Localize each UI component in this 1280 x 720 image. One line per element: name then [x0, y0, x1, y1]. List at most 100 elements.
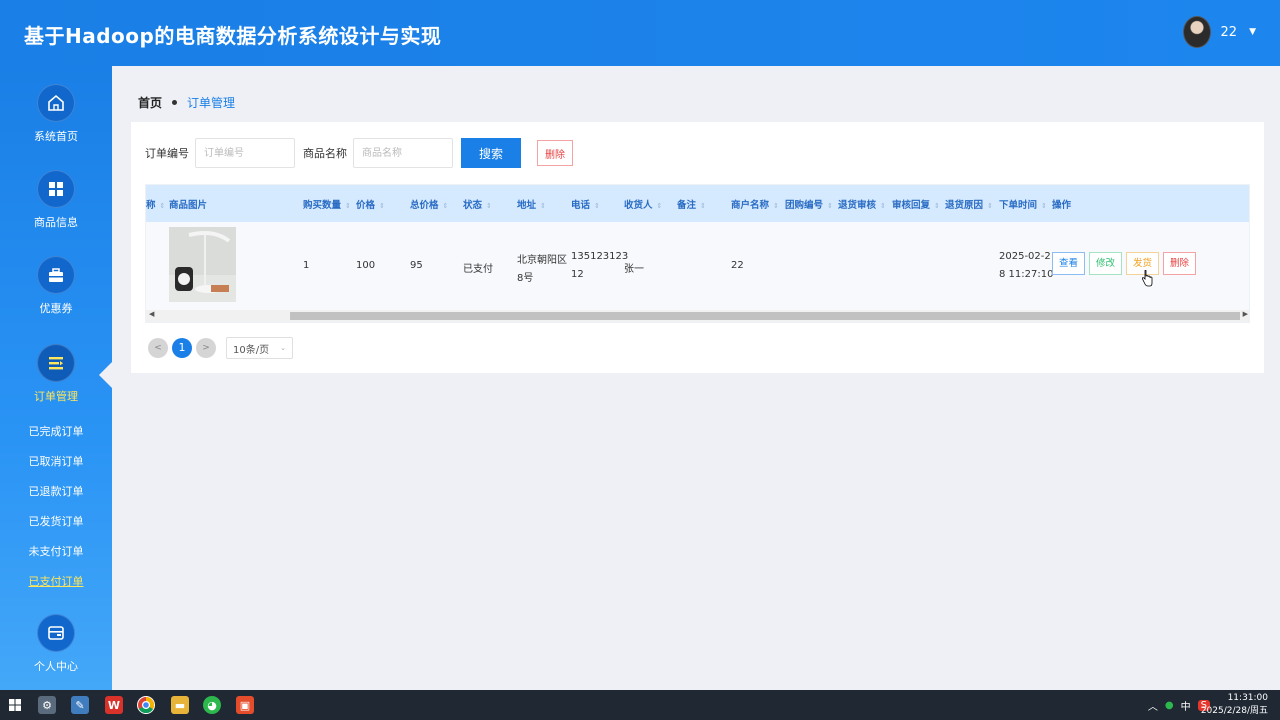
column-header[interactable]: 退货审核 ⇕	[838, 197, 886, 211]
page-size-select[interactable]: 10条/页 ⌄	[226, 337, 293, 359]
folder-icon[interactable]: ▬	[171, 696, 189, 714]
column-header[interactable]: 地址 ⇕	[517, 197, 546, 211]
order-no-input[interactable]	[195, 138, 295, 168]
edit-button[interactable]: 修改	[1089, 252, 1123, 275]
column-header[interactable]: 下单时间 ⇕	[999, 197, 1047, 211]
sidebar-item-home[interactable]: 系统首页	[0, 84, 112, 144]
app-title: 基于Hadoop的电商数据分析系统设计与实现	[24, 24, 442, 48]
horizontal-scrollbar[interactable]: ◀ ▶	[146, 310, 1249, 322]
home-icon	[37, 84, 75, 122]
avatar[interactable]	[1182, 16, 1211, 48]
sidebar-subitem-shipped[interactable]: 已发货订单	[0, 513, 112, 529]
merchant-cell: 22	[731, 260, 744, 271]
product-name-label: 商品名称	[303, 147, 347, 160]
wechat-icon[interactable]: ◕	[203, 696, 221, 714]
column-header[interactable]: 电话 ⇕	[571, 197, 600, 211]
clock-time: 11:31:00	[1227, 693, 1268, 703]
sidebar-subitem-unpaid[interactable]: 未支付订单	[0, 543, 112, 559]
list-icon	[37, 344, 75, 382]
page-size-value: 10条/页	[233, 344, 270, 356]
address-cell-line2: 8号	[517, 273, 534, 284]
scrollbar-thumb[interactable]	[290, 312, 1240, 320]
breadcrumb-current: 订单管理	[187, 96, 236, 110]
wechat-tray-icon[interactable]: ●	[1165, 700, 1174, 711]
prev-page-button[interactable]: <	[148, 338, 168, 358]
table-header: 称 ⇕ 商品图片 购买数量 ⇕ 价格 ⇕ 总价格 ⇕ 状态 ⇕ 地址 ⇕ 电话 ⇕ 收货人 ⇕ …	[146, 185, 1249, 222]
grid-icon	[37, 170, 75, 208]
presentation-app-icon[interactable]: ▣	[236, 696, 254, 714]
order-time-line1: 2025-02-2	[999, 251, 1051, 262]
sidebar-item-coupons[interactable]: 优惠券	[0, 256, 112, 316]
next-page-button[interactable]: >	[196, 338, 216, 358]
page-number[interactable]: 1	[172, 338, 192, 358]
view-button[interactable]: 查看	[1052, 252, 1086, 275]
sidebar-item-label: 订单管理	[34, 390, 78, 403]
column-header[interactable]: 总价格 ⇕	[410, 197, 448, 211]
price-cell: 100	[356, 260, 376, 271]
address-cell-line1: 北京朝阳区	[517, 255, 567, 266]
scroll-left-icon[interactable]: ◀	[149, 310, 154, 318]
column-header[interactable]: 退货原因 ⇕	[945, 197, 993, 211]
wallet-icon	[37, 614, 75, 652]
column-header[interactable]: 审核回复 ⇕	[892, 197, 940, 211]
sidebar-item-label: 个人中心	[34, 660, 78, 673]
scroll-right-icon[interactable]: ▶	[1243, 310, 1248, 318]
order-no-label: 订单编号	[145, 147, 189, 160]
product-name-input[interactable]	[353, 138, 453, 168]
column-header[interactable]: 备注 ⇕	[677, 197, 706, 211]
settings-app-icon[interactable]: ⚙	[38, 696, 56, 714]
column-header[interactable]: 价格 ⇕	[356, 197, 385, 211]
column-header[interactable]: 团购编号 ⇕	[785, 197, 833, 211]
user-menu[interactable]: 22 ▼	[1182, 16, 1256, 48]
sidebar-item-profile[interactable]: 个人中心	[0, 614, 112, 674]
wps-app-icon[interactable]: W	[105, 696, 123, 714]
breadcrumb-home[interactable]: 首页	[138, 94, 162, 111]
column-header: 商品图片	[169, 200, 208, 211]
chrome-icon[interactable]	[137, 696, 155, 714]
sidebar-item-label: 商品信息	[34, 216, 78, 229]
top-header: 基于Hadoop的电商数据分析系统设计与实现 22 ▼	[0, 0, 1280, 66]
phone-cell-line2: 12	[571, 269, 584, 280]
phone-cell-line1: 135123123	[571, 251, 629, 262]
clock[interactable]: 11:31:00 2025/2/28/周五	[1201, 692, 1268, 718]
sidebar-item-orders[interactable]: 订单管理	[0, 344, 112, 404]
chevron-down-icon: ⌄	[280, 344, 286, 352]
order-panel: 订单编号 商品名称 搜索 删除 称⇕ 商品图片 购买数量⇕ 价格⇕ 总价格⇕ 状…	[131, 122, 1264, 373]
breadcrumb-separator	[172, 100, 178, 105]
hand-cursor-icon	[1142, 270, 1153, 287]
user-name: 22	[1220, 24, 1238, 40]
active-nav-pointer	[99, 362, 112, 388]
column-header[interactable]: 购买数量 ⇕	[303, 197, 351, 211]
chevron-down-icon: ▼	[1249, 27, 1256, 37]
delete-button[interactable]: 删除	[1163, 252, 1197, 275]
clock-date: 2025/2/28/周五	[1200, 706, 1268, 716]
breadcrumb: 首页 订单管理	[138, 94, 235, 111]
receiver-cell: 张一	[624, 264, 644, 275]
notes-app-icon[interactable]: ✎	[71, 696, 89, 714]
ime-indicator[interactable]: 中	[1181, 698, 1191, 713]
orders-table: 称 ⇕ 商品图片 购买数量 ⇕ 价格 ⇕ 总价格 ⇕ 状态 ⇕ 地址 ⇕ 电话 ⇕ 收货人 ⇕ …	[145, 184, 1250, 323]
batch-delete-button[interactable]: 删除	[537, 140, 573, 166]
status-cell: 已支付	[463, 264, 493, 275]
pagination: < 1 > 10条/页 ⌄	[148, 337, 293, 359]
sidebar-subitem-completed[interactable]: 已完成订单	[0, 423, 112, 439]
column-header[interactable]: 商户名称 ⇕	[731, 197, 779, 211]
order-time-line2: 8 11:27:10	[999, 269, 1054, 280]
sidebar-item-label: 系统首页	[34, 130, 78, 143]
os-taskbar: ⚙ ✎ W ▬ ◕ ▣ ︿ ● 中 S 11:31:00 2025/2/28/周…	[0, 690, 1280, 720]
windows-start-icon[interactable]	[6, 696, 24, 714]
column-header[interactable]: 收货人 ⇕	[624, 197, 662, 211]
chevron-up-icon[interactable]: ︿	[1148, 698, 1158, 713]
sidebar-subitem-refunded[interactable]: 已退款订单	[0, 483, 112, 499]
table-row: 1 100 95 已支付 北京朝阳区 8号 135123123 12 张一 22…	[146, 222, 1249, 310]
sidebar-item-products[interactable]: 商品信息	[0, 170, 112, 230]
quantity-cell: 1	[303, 260, 310, 271]
search-button[interactable]: 搜索	[461, 138, 521, 168]
search-bar: 订单编号 商品名称 搜索 删除	[145, 138, 573, 168]
briefcase-icon	[37, 256, 75, 294]
product-image[interactable]	[169, 227, 236, 302]
sidebar-subitem-paid[interactable]: 已支付订单	[0, 573, 112, 589]
sidebar-subitem-cancelled[interactable]: 已取消订单	[0, 453, 112, 469]
column-header: 称 ⇕	[146, 200, 166, 211]
column-header[interactable]: 状态 ⇕	[463, 197, 492, 211]
